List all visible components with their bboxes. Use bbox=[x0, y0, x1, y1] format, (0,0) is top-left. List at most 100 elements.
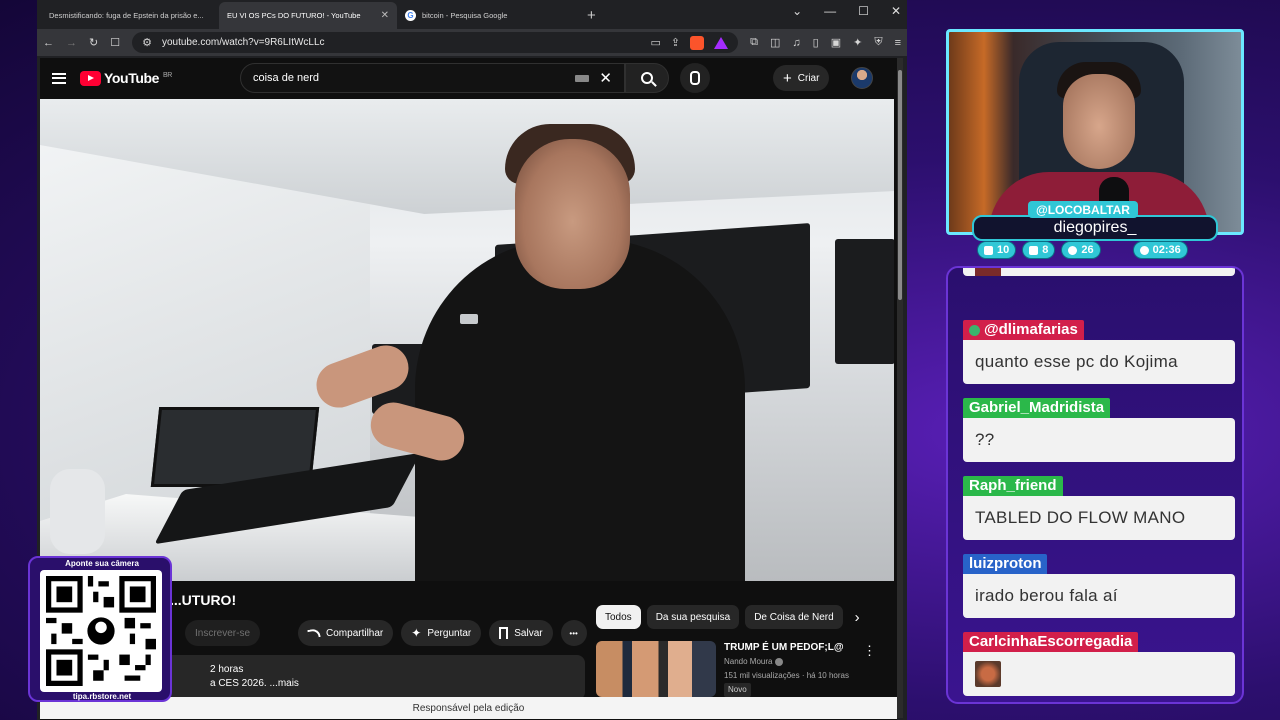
music-icon[interactable]: ♫ bbox=[792, 37, 800, 49]
brave-shields-icon[interactable] bbox=[690, 35, 705, 50]
window-controls: ⌄ — ☐ ✕ bbox=[792, 4, 901, 18]
more-actions-button[interactable]: ••• bbox=[560, 620, 587, 646]
chat-panel: @dlimafarias quanto esse pc do Kojima Ga… bbox=[946, 266, 1244, 704]
close-icon[interactable]: ✕ bbox=[381, 10, 389, 21]
stat-value: 02:36 bbox=[1152, 244, 1181, 256]
channel-name[interactable]: Nando Moura bbox=[724, 657, 772, 666]
tab-epstein[interactable]: Desmistificando: fuga de Epstein da pris… bbox=[41, 2, 219, 71]
page-scrollbar[interactable] bbox=[897, 58, 903, 718]
forward-icon[interactable]: → bbox=[66, 37, 77, 49]
stat-twitch: 10 bbox=[977, 241, 1017, 259]
video-thumbnail[interactable] bbox=[596, 641, 716, 697]
stat-youtube: 8 bbox=[1022, 241, 1056, 259]
chip-da-sua-pesquisa[interactable]: Da sua pesquisa bbox=[646, 605, 740, 629]
subscribe-button[interactable]: Inscrever-se bbox=[185, 620, 261, 646]
screenshot-icon[interactable]: ◫ bbox=[770, 36, 780, 49]
minimize-icon[interactable]: — bbox=[824, 4, 836, 18]
chevron-right-icon[interactable]: › bbox=[855, 609, 860, 626]
chat-text: TABLED DO FLOW MANO bbox=[963, 496, 1235, 540]
region-code: BR bbox=[163, 72, 172, 79]
chat-username: Raph_friend bbox=[963, 476, 1063, 496]
reload-icon[interactable]: ↻ bbox=[89, 36, 98, 49]
search-query: coisa de nerd bbox=[253, 72, 320, 84]
avatar[interactable] bbox=[851, 67, 873, 89]
google-icon: G bbox=[405, 10, 416, 21]
description-snippet: a CES 2026. ...mais bbox=[210, 678, 299, 689]
qr-code bbox=[40, 570, 162, 692]
youtube-icon bbox=[1029, 245, 1039, 255]
tab-title: Desmistificando: fuga de Epstein da pris… bbox=[49, 11, 204, 20]
stat-uptime: 02:36 bbox=[1132, 241, 1188, 259]
chat-username: Gabriel_Madridista bbox=[963, 398, 1111, 418]
brave-rewards-icon[interactable] bbox=[714, 36, 729, 49]
ask-button[interactable]: ✦ Perguntar bbox=[401, 620, 482, 646]
qr-top-caption: Aponte sua câmera bbox=[65, 559, 139, 568]
search-button[interactable] bbox=[625, 63, 669, 93]
new-badge: Novo bbox=[724, 683, 751, 697]
menu-icon[interactable]: ≡ bbox=[895, 37, 901, 49]
maximize-icon[interactable]: ☐ bbox=[858, 4, 869, 18]
plus-icon: + bbox=[783, 69, 792, 87]
extensions-icon[interactable]: ⧉ bbox=[750, 36, 758, 49]
sidebar-icon[interactable]: ▯ bbox=[813, 36, 819, 49]
sparkle-icon: ✦ bbox=[411, 626, 422, 640]
close-icon[interactable]: ✕ bbox=[891, 4, 901, 18]
keyboard-icon[interactable] bbox=[575, 74, 590, 82]
vpn-icon[interactable]: ⛨ bbox=[874, 36, 882, 49]
streamer-handle: @LOCOBALTAR bbox=[1028, 201, 1138, 218]
youtube-logo[interactable]: YouTube BR bbox=[80, 70, 172, 86]
streamer-namecard: diegopires_ @LOCOBALTAR 10 8 26 02:36 bbox=[972, 201, 1218, 259]
video-actions: Inscrever-se Compartilhar ✦ Perguntar Sa… bbox=[185, 620, 587, 646]
cam-face bbox=[1063, 74, 1135, 169]
scrollbar-thumb[interactable] bbox=[898, 70, 902, 300]
recommended-title[interactable]: TRUMP É UM PEDOF;L@ bbox=[724, 641, 886, 655]
url-text: youtube.com/watch?v=9R6LItWcLLc bbox=[161, 37, 325, 48]
cast-icon[interactable]: ▭ bbox=[651, 36, 661, 49]
voice-search-button[interactable] bbox=[680, 63, 710, 93]
tab-bitcoin[interactable]: G bitcoin - Pesquisa Google bbox=[397, 2, 575, 29]
recommended-video[interactable]: TRUMP É UM PEDOF;L@ Nando Moura 151 mil … bbox=[596, 641, 886, 701]
hamburger-menu-icon[interactable] bbox=[52, 72, 66, 84]
video-player[interactable] bbox=[40, 99, 894, 581]
share-label: Compartilhar bbox=[326, 627, 384, 639]
video-frame-person bbox=[415, 239, 745, 581]
share-icon[interactable]: ⇪ bbox=[671, 36, 680, 49]
chip-todos[interactable]: Todos bbox=[596, 605, 641, 629]
chat-message: CarlcinhaEscorregadia bbox=[963, 632, 1235, 696]
chat-text: irado berou fala aí bbox=[963, 574, 1235, 618]
subscribe-label: Inscrever-se bbox=[195, 627, 251, 639]
youtube-play-icon bbox=[80, 70, 101, 86]
tab-pcs-do-futuro[interactable]: EU VI OS PCs DO FUTURO! - YouTube ✕ bbox=[219, 2, 397, 71]
site-info-icon[interactable]: ⚙ bbox=[142, 36, 152, 49]
related-filter-chips: Todos Da sua pesquisa De Coisa de Nerd › bbox=[596, 605, 860, 629]
kick-icon bbox=[1068, 245, 1078, 255]
tab-strip: Desmistificando: fuga de Epstein da pris… bbox=[37, 0, 907, 71]
stat-value: 8 bbox=[1042, 244, 1049, 256]
qr-code-icon bbox=[46, 576, 156, 686]
chat-message: Gabriel_Madridista ?? bbox=[963, 398, 1235, 462]
logo-text: YouTube bbox=[104, 70, 160, 86]
address-bar[interactable]: ⚙ youtube.com/watch?v=9R6LItWcLLc ▭ ⇪ bbox=[132, 32, 739, 53]
chip-de-coisa-de-nerd[interactable]: De Coisa de Nerd bbox=[745, 605, 843, 629]
kebab-menu-icon[interactable]: ⋮ bbox=[863, 643, 876, 659]
video-frame-panel bbox=[835, 239, 894, 364]
ai-icon[interactable]: ✦ bbox=[853, 36, 862, 49]
emote-icon bbox=[975, 661, 1001, 687]
create-button[interactable]: + Criar bbox=[773, 65, 830, 91]
back-icon[interactable]: ← bbox=[43, 37, 54, 49]
bookmark-icon[interactable]: ☐ bbox=[110, 36, 120, 49]
save-button[interactable]: Salvar bbox=[489, 620, 553, 646]
search-input[interactable]: coisa de nerd ✕ bbox=[240, 63, 625, 93]
description-meta: 2 horas bbox=[210, 664, 244, 675]
browser-toolbar: ← → ↻ ☐ ⚙ youtube.com/watch?v=9R6LItWcLL… bbox=[37, 29, 907, 56]
new-tab-button[interactable]: + bbox=[587, 7, 596, 24]
share-button[interactable]: Compartilhar bbox=[298, 620, 394, 646]
clear-search-icon[interactable]: ✕ bbox=[599, 69, 612, 87]
description-box[interactable]: 2 horas a CES 2026. ...mais bbox=[160, 655, 585, 700]
more-icon: ••• bbox=[569, 628, 578, 638]
chat-username-text: @dlimafarias bbox=[984, 321, 1078, 338]
wallet-icon[interactable]: ▣ bbox=[831, 36, 841, 49]
share-icon bbox=[307, 627, 321, 639]
badge-icon bbox=[969, 324, 980, 336]
chevron-down-icon[interactable]: ⌄ bbox=[792, 4, 802, 18]
